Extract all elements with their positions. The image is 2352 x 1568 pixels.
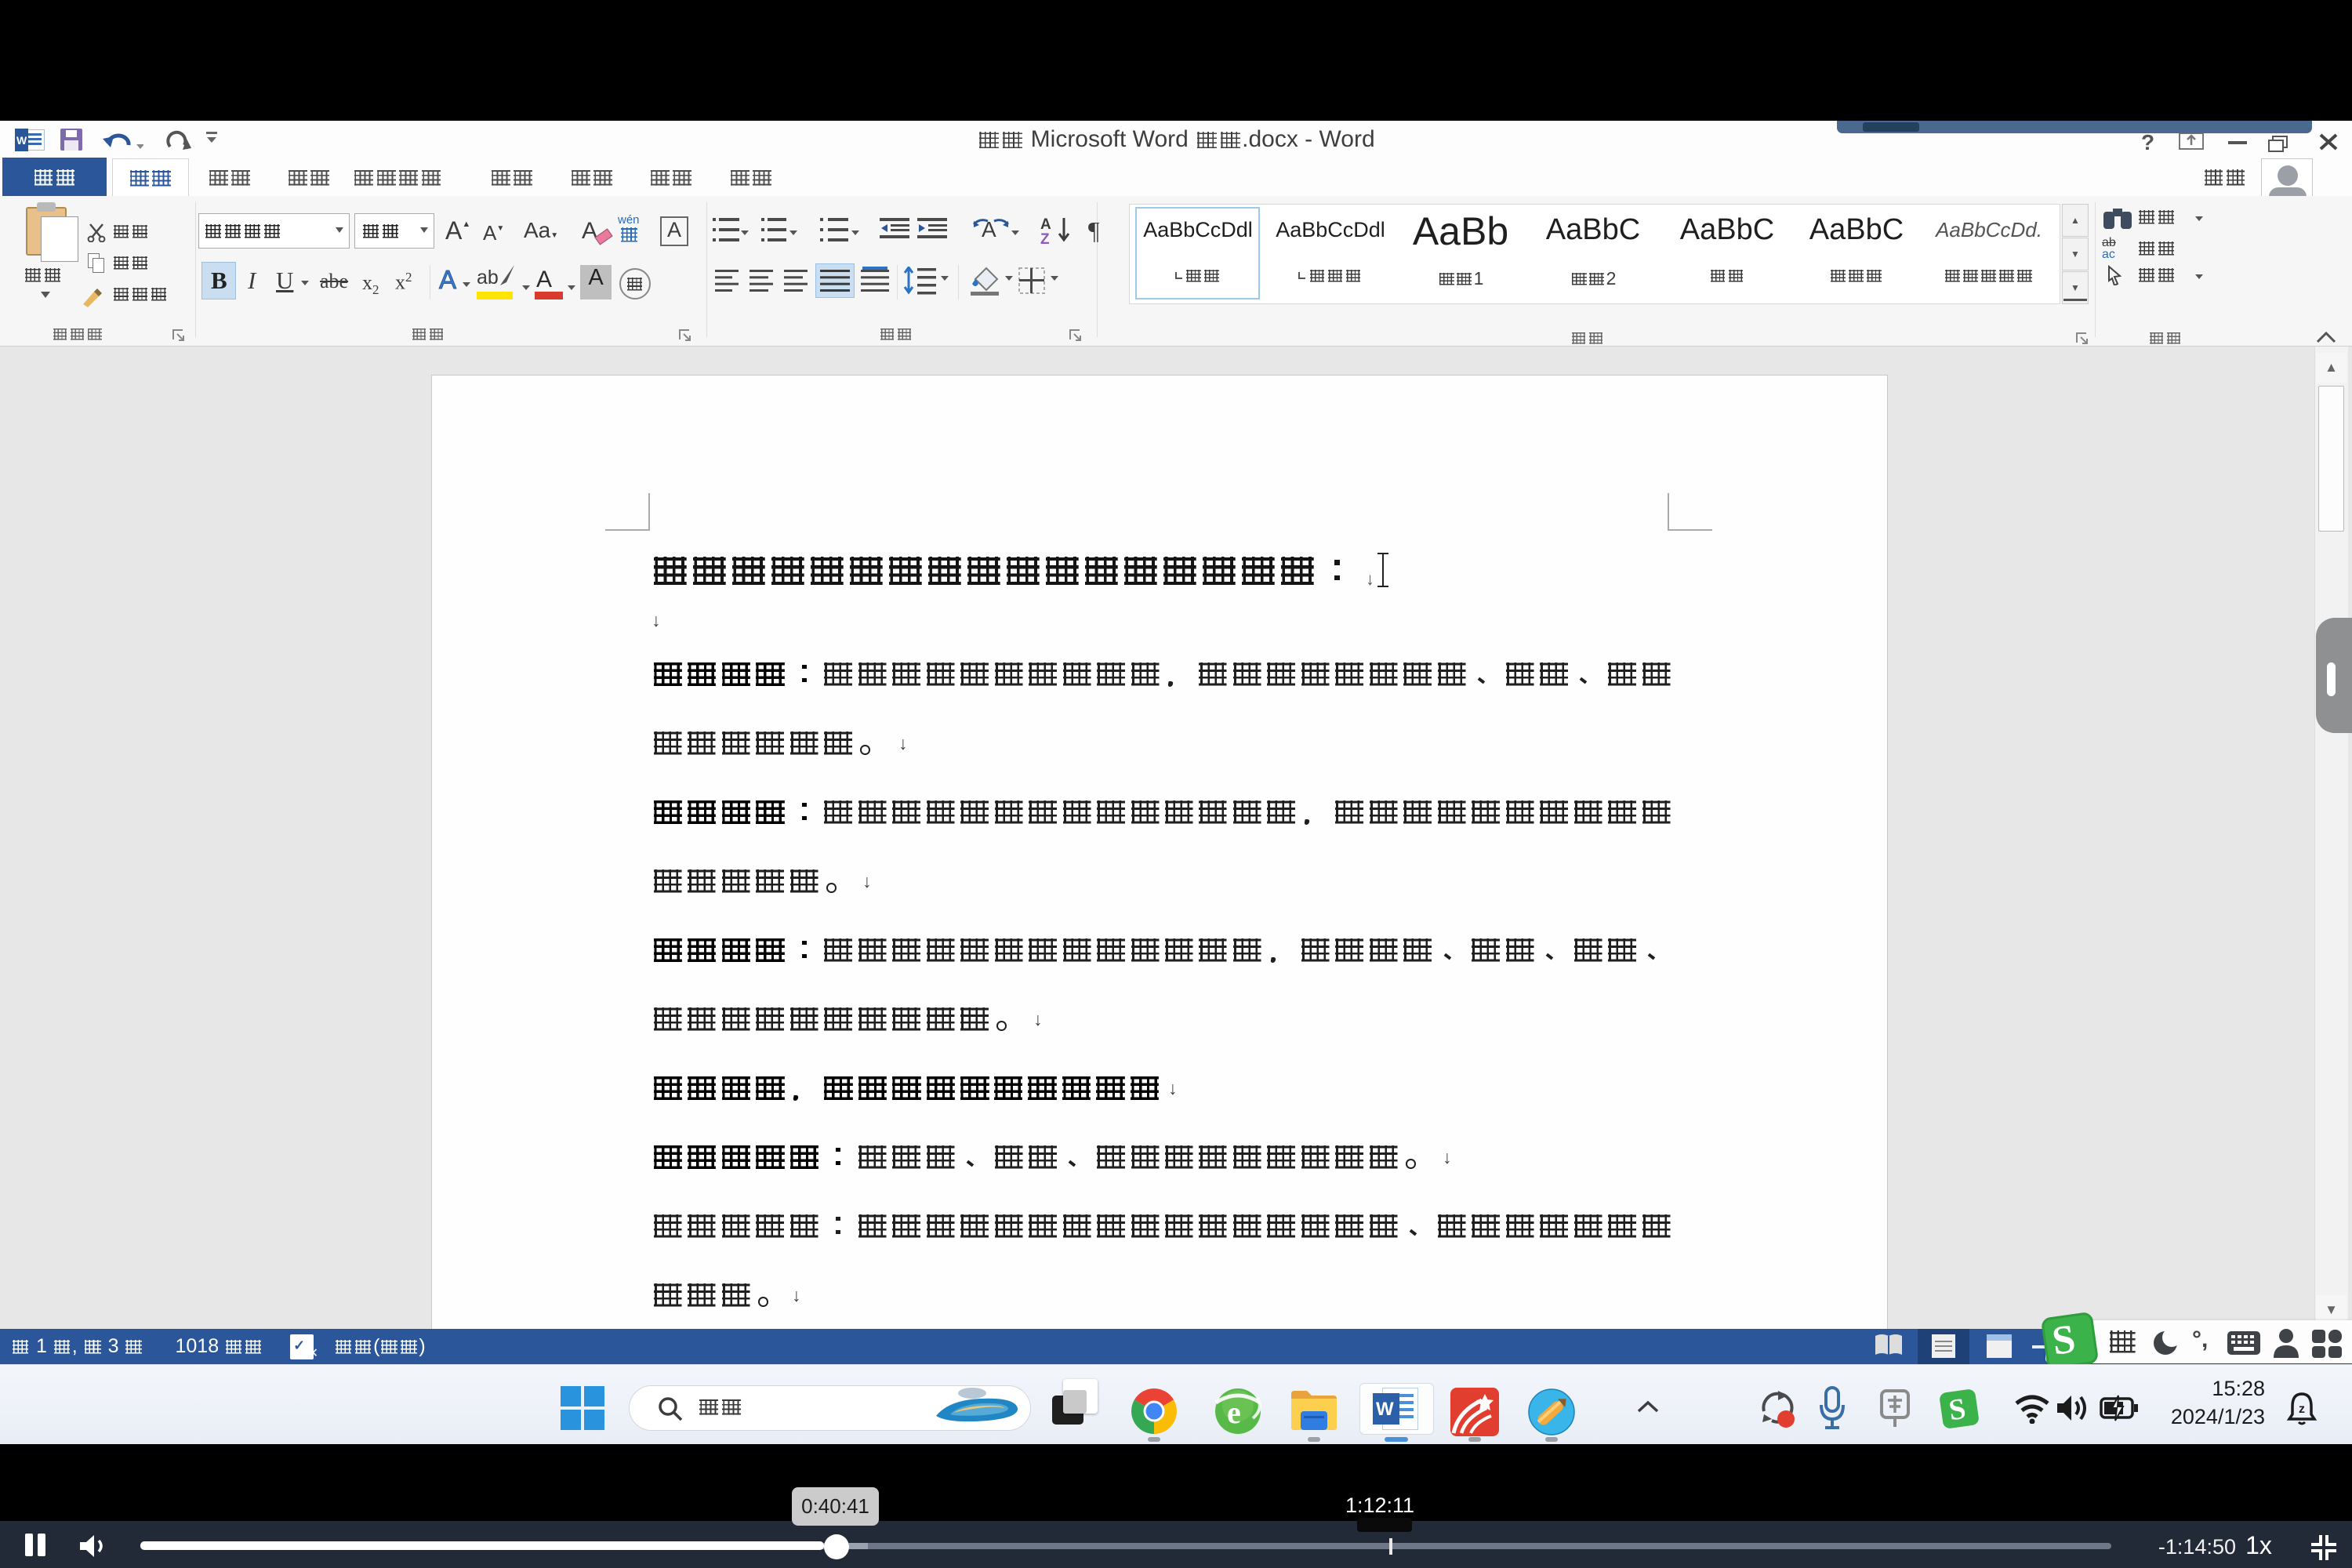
svg-text:Z: Z [1040, 231, 1050, 245]
svg-text:e: e [1227, 1395, 1241, 1430]
svg-text:A: A [1040, 216, 1051, 233]
svg-text:z: z [2299, 1403, 2305, 1416]
